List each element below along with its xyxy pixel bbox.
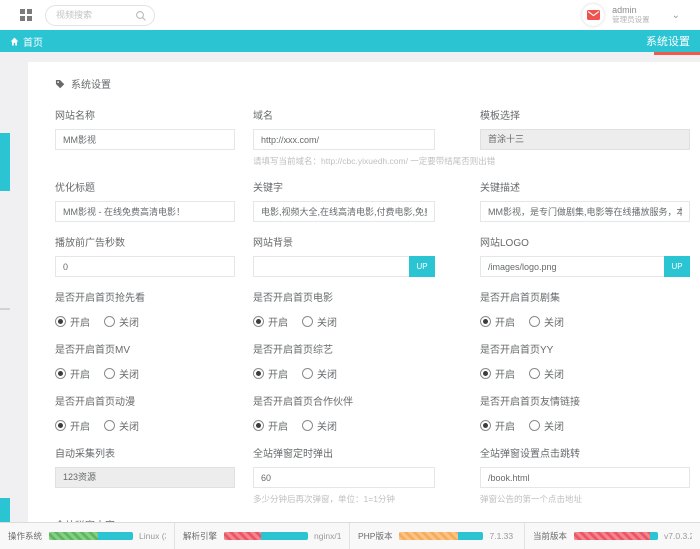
- toggle-partner-field: 是否开启首页合作伙伴 开启关闭: [253, 393, 435, 433]
- breadcrumb-bar: 首页 系统设置: [0, 30, 700, 52]
- search-input[interactable]: [46, 10, 126, 20]
- version-progress-bar: [574, 532, 658, 540]
- os-progress-bar: [49, 532, 133, 540]
- radio-on[interactable]: [480, 420, 491, 431]
- template-select[interactable]: 首涂十三: [480, 129, 690, 150]
- menu-grid-icon[interactable]: [20, 9, 33, 22]
- envelope-icon: [587, 10, 600, 20]
- ad-seconds-field: 播放前广告秒数: [55, 234, 235, 277]
- breadcrumb-home[interactable]: 首页: [10, 34, 43, 49]
- user-role: 管理员设置: [612, 16, 650, 24]
- radio-on[interactable]: [55, 316, 66, 327]
- notification-button[interactable]: [582, 4, 604, 26]
- toggle-yy-field: 是否开启首页YY 开启关闭: [480, 341, 690, 381]
- radio-off[interactable]: [529, 368, 540, 379]
- popup-interval-help: 多少分钟后再次弹窗，单位：1=1分钟: [253, 493, 435, 505]
- seo-title-input[interactable]: [55, 201, 235, 222]
- settings-panel: 系统设置 网站名称 域名 请填写当前域名：http://cbc.yixuedh.…: [28, 62, 700, 522]
- top-bar: admin 管理员设置 ⌄: [0, 0, 700, 30]
- radio-off[interactable]: [104, 316, 115, 327]
- radio-off[interactable]: [302, 316, 313, 327]
- radio-off[interactable]: [104, 420, 115, 431]
- site-bg-field: 网站背景 UP: [253, 234, 435, 277]
- video-search: [45, 5, 155, 26]
- toggle-movie-field: 是否开启首页电影 开启关闭: [253, 289, 435, 329]
- popup-jump-help: 弹窗公告的第一个点击地址: [480, 493, 690, 505]
- seo-title-field: 优化标题: [55, 179, 235, 222]
- footer-php: PHP版本 7.1.33: [350, 523, 525, 549]
- footer-os: 操作系统 Linux (3.10.0-: [0, 523, 175, 549]
- panel-title: 系统设置: [71, 76, 111, 91]
- radio-off[interactable]: [104, 368, 115, 379]
- popup-jump-field: 全站弹窗设置点击跳转 弹窗公告的第一个点击地址: [480, 445, 690, 505]
- toggle-links-field: 是否开启首页友情链接 开启关闭: [480, 393, 690, 433]
- radio-on[interactable]: [480, 316, 491, 327]
- site-bg-input[interactable]: [253, 256, 409, 277]
- site-name-field: 网站名称: [55, 107, 235, 167]
- left-strip-divider: [0, 308, 10, 310]
- popup-jump-input[interactable]: [480, 467, 690, 488]
- site-name-input[interactable]: [55, 129, 235, 150]
- radio-off[interactable]: [302, 420, 313, 431]
- radio-on[interactable]: [55, 368, 66, 379]
- domain-input[interactable]: [253, 129, 435, 150]
- toggle-variety-field: 是否开启首页综艺 开启关闭: [253, 341, 435, 381]
- footer-version: 当前版本 v7.0.3.20200329: [525, 523, 700, 549]
- status-footer: 操作系统 Linux (3.10.0- 解析引擎 nginx/1.16.1 PH…: [0, 522, 700, 549]
- domain-help: 请填写当前域名：http://cbc.yixuedh.com/ 一定要带结尾否则…: [253, 155, 435, 167]
- toggle-preview-field: 是否开启首页抢先看 开启关闭: [55, 289, 235, 329]
- site-bg-upload-button[interactable]: UP: [409, 256, 435, 277]
- keywords-input[interactable]: [253, 201, 435, 222]
- template-field: 模板选择 首涂十三: [480, 107, 690, 167]
- site-logo-field: 网站LOGO UP: [480, 234, 690, 277]
- site-logo-upload-button[interactable]: UP: [664, 256, 690, 277]
- collect-list-select[interactable]: 123资源: [55, 467, 235, 488]
- radio-on[interactable]: [253, 368, 264, 379]
- popup-interval-field: 全站弹窗定时弹出 多少分钟后再次弹窗，单位：1=1分钟: [253, 445, 435, 505]
- radio-off[interactable]: [529, 316, 540, 327]
- toggle-mv-field: 是否开启首页MV 开启关闭: [55, 341, 235, 381]
- engine-progress-bar: [224, 532, 308, 540]
- footer-engine: 解析引擎 nginx/1.16.1: [175, 523, 350, 549]
- user-menu[interactable]: admin 管理员设置: [612, 6, 650, 24]
- domain-field: 域名 请填写当前域名：http://cbc.yixuedh.com/ 一定要带结…: [253, 107, 435, 167]
- site-logo-input[interactable]: [480, 256, 664, 277]
- search-icon[interactable]: [135, 10, 147, 22]
- breadcrumb-home-label: 首页: [23, 34, 43, 49]
- php-progress-bar: [399, 532, 483, 540]
- radio-on[interactable]: [55, 420, 66, 431]
- collect-list-field: 自动采集列表 123资源: [55, 445, 235, 505]
- home-icon: [10, 37, 19, 46]
- description-input[interactable]: [480, 201, 690, 222]
- left-scroll-segment[interactable]: [0, 133, 10, 191]
- radio-on[interactable]: [253, 420, 264, 431]
- radio-off[interactable]: [529, 420, 540, 431]
- tab-system-settings[interactable]: 系统设置: [646, 33, 690, 49]
- chevron-down-icon[interactable]: ⌄: [672, 10, 680, 21]
- active-tab-indicator: [654, 52, 700, 55]
- keywords-field: 关键字: [253, 179, 435, 222]
- ad-seconds-input[interactable]: [55, 256, 235, 277]
- radio-on[interactable]: [480, 368, 491, 379]
- tag-icon: [55, 79, 65, 89]
- toggle-anime-field: 是否开启首页动漫 开启关闭: [55, 393, 235, 433]
- popup-interval-input[interactable]: [253, 467, 435, 488]
- radio-on[interactable]: [253, 316, 264, 327]
- radio-off[interactable]: [302, 368, 313, 379]
- toggle-series-field: 是否开启首页剧集 开启关闭: [480, 289, 690, 329]
- description-field: 关键描述: [480, 179, 690, 222]
